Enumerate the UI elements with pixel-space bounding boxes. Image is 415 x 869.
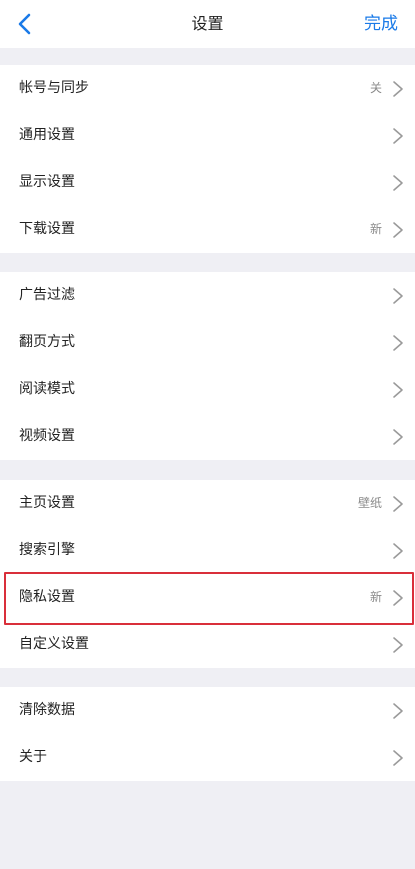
settings-item-reading-mode[interactable]: 阅读模式	[0, 366, 415, 413]
chevron-right-icon	[393, 496, 403, 512]
settings-item-label: 下载设置	[19, 221, 75, 237]
page-title: 设置	[191, 14, 224, 33]
settings-group-reading: 广告过滤 翻页方式 阅读模式 视频设置	[0, 272, 415, 460]
settings-item-display[interactable]: 显示设置	[0, 159, 415, 206]
settings-item-homepage[interactable]: 主页设置 壁纸	[0, 480, 415, 527]
navigation-bar: 设置 完成	[0, 0, 415, 48]
settings-group-data: 清除数据 关于	[0, 687, 415, 781]
back-button[interactable]	[10, 8, 40, 40]
chevron-right-icon	[393, 81, 403, 97]
settings-item-label: 阅读模式	[19, 381, 75, 397]
settings-item-label: 帐号与同步	[19, 80, 89, 96]
settings-group-account: 帐号与同步 关 通用设置 显示设置 下载设置 新	[0, 65, 415, 253]
chevron-right-icon	[393, 750, 403, 766]
settings-item-about[interactable]: 关于	[0, 734, 415, 781]
chevron-right-icon	[393, 590, 403, 606]
settings-item-label: 视频设置	[19, 428, 75, 444]
settings-item-label: 隐私设置	[19, 589, 75, 605]
chevron-right-icon	[393, 637, 403, 653]
chevron-right-icon	[393, 382, 403, 398]
settings-item-clear-data[interactable]: 清除数据	[0, 687, 415, 734]
settings-page: 设置 完成 帐号与同步 关 通用设置 显示设置 下载设置 新 广告过滤 翻页方式…	[0, 0, 415, 869]
chevron-right-icon	[393, 703, 403, 719]
settings-item-page-turn[interactable]: 翻页方式	[0, 319, 415, 366]
settings-item-label: 广告过滤	[19, 287, 75, 303]
settings-item-label: 通用设置	[19, 127, 75, 143]
settings-item-label: 自定义设置	[19, 636, 89, 652]
settings-item-label: 关于	[19, 749, 47, 765]
settings-group-home: 主页设置 壁纸 搜索引擎 隐私设置 新 自定义设置	[0, 480, 415, 668]
settings-item-video[interactable]: 视频设置	[0, 413, 415, 460]
chevron-left-icon	[18, 13, 31, 35]
settings-item-ad-filter[interactable]: 广告过滤	[0, 272, 415, 319]
settings-item-value: 新	[369, 222, 382, 236]
settings-item-privacy[interactable]: 隐私设置 新	[0, 574, 415, 621]
chevron-right-icon	[393, 543, 403, 559]
chevron-right-icon	[393, 429, 403, 445]
settings-item-general[interactable]: 通用设置	[0, 112, 415, 159]
chevron-right-icon	[393, 222, 403, 238]
chevron-right-icon	[393, 335, 403, 351]
chevron-right-icon	[393, 288, 403, 304]
settings-item-custom[interactable]: 自定义设置	[0, 621, 415, 668]
settings-item-label: 主页设置	[19, 495, 75, 511]
settings-item-value: 壁纸	[357, 496, 382, 510]
settings-item-search-engine[interactable]: 搜索引擎	[0, 527, 415, 574]
settings-item-label: 清除数据	[19, 702, 75, 718]
chevron-right-icon	[393, 128, 403, 144]
done-button[interactable]: 完成	[364, 0, 398, 48]
settings-item-label: 翻页方式	[19, 334, 75, 350]
settings-item-value: 关	[369, 81, 382, 95]
settings-item-label: 显示设置	[19, 174, 75, 190]
chevron-right-icon	[393, 175, 403, 191]
settings-item-value: 新	[369, 590, 382, 604]
settings-item-download[interactable]: 下载设置 新	[0, 206, 415, 253]
settings-item-account-sync[interactable]: 帐号与同步 关	[0, 65, 415, 112]
settings-item-label: 搜索引擎	[19, 542, 75, 558]
